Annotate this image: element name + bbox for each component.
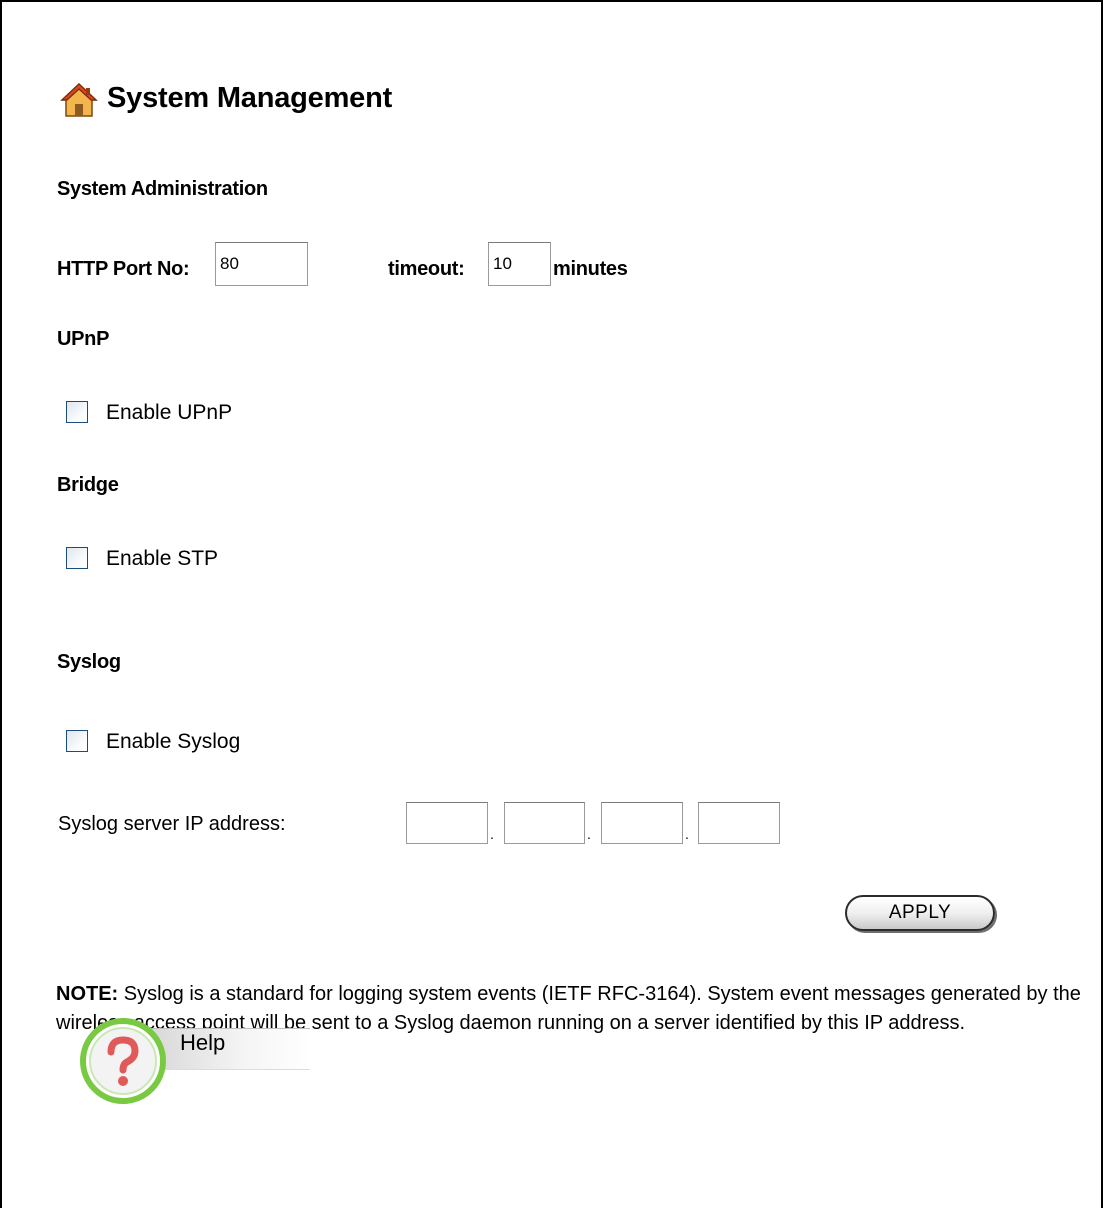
stp-checkbox-label: Enable STP [106, 547, 219, 570]
page-title: System Management [107, 82, 393, 114]
syslog-ip-octet-4[interactable] [698, 802, 780, 844]
section-heading-system-administration: System Administration [57, 178, 268, 200]
syslog-checkbox-label: Enable Syslog [106, 730, 241, 753]
timeout-unit: minutes [553, 258, 628, 280]
section-heading-syslog: Syslog [57, 651, 121, 673]
ip-separator: . [685, 826, 689, 842]
upnp-checkbox[interactable] [66, 401, 88, 423]
syslog-ip-octet-3[interactable] [601, 802, 683, 844]
http-port-label: HTTP Port No: [57, 258, 190, 280]
ip-separator: . [587, 826, 591, 842]
note-prefix: NOTE: [56, 983, 119, 1005]
upnp-checkbox-label: Enable UPnP [106, 401, 233, 424]
note-text: Syslog is a standard for logging system … [56, 983, 1081, 1034]
help-icon[interactable] [78, 1016, 168, 1106]
syslog-ip-octet-2[interactable] [504, 802, 585, 844]
home-icon [60, 82, 98, 117]
http-port-input[interactable] [215, 242, 308, 286]
syslog-checkbox[interactable] [66, 730, 88, 752]
timeout-input[interactable] [488, 242, 551, 286]
syslog-ip-octet-1[interactable] [406, 802, 488, 844]
help-label[interactable]: Help [180, 1030, 225, 1056]
stp-checkbox[interactable] [66, 547, 88, 569]
help-bar[interactable] [150, 1028, 310, 1070]
section-heading-upnp: UPnP [57, 328, 110, 350]
timeout-label: timeout: [388, 258, 465, 280]
section-heading-bridge: Bridge [57, 474, 119, 496]
syslog-server-ip-label: Syslog server IP address: [58, 813, 286, 835]
apply-button[interactable]: APPLY [845, 895, 995, 931]
ip-separator: . [490, 826, 494, 842]
